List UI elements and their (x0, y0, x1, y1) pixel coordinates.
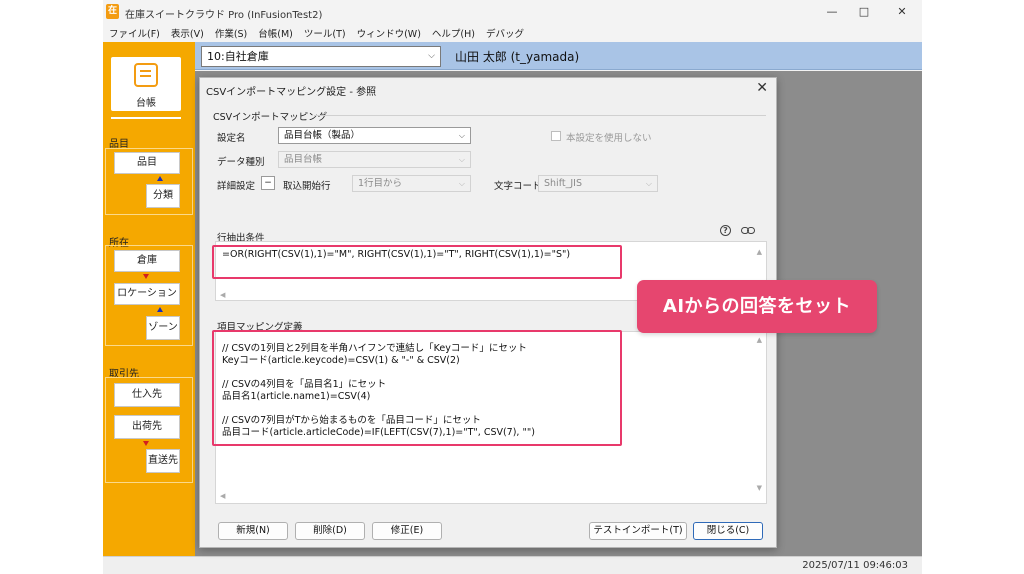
scroll-up-arrow[interactable]: ▲ (757, 248, 762, 256)
down-arrow-icon (143, 441, 149, 446)
start-row-select[interactable]: 1行目から ⌵ (352, 175, 471, 192)
collapse-detail-button[interactable]: − (261, 176, 275, 190)
chevron-down-icon: ⌵ (428, 51, 435, 61)
data-type-select[interactable]: 品目台帳 ⌵ (278, 151, 471, 168)
unused-checkbox-label: 本設定を使用しない (566, 133, 652, 144)
warehouse-value: 10:自社倉庫 (207, 50, 269, 63)
down-arrow-icon (143, 274, 149, 279)
setting-name-value: 品目台帳（製品） (284, 130, 361, 141)
section-divider (314, 115, 766, 116)
context-toolbar: 10:自社倉庫 ⌵ 山田 太郎 (t_yamada) (195, 42, 922, 70)
chevron-down-icon: ⌵ (458, 155, 465, 164)
menu-work[interactable]: 作業(S) (215, 26, 247, 40)
window-title: 在庫スイートクラウド Pro (InFusionTest2) (125, 10, 323, 21)
menu-view[interactable]: 表示(V) (171, 26, 204, 40)
help-icon[interactable]: ? (720, 225, 731, 236)
scroll-down-arrow[interactable]: ▼ (757, 484, 762, 492)
scroll-left-arrow[interactable]: ◀ (220, 492, 225, 500)
menu-tools[interactable]: ツール(T) (304, 26, 346, 40)
up-arrow-icon (157, 307, 163, 312)
close-dialog-button[interactable]: 閉じる(C) (693, 522, 763, 540)
link-icon[interactable] (741, 227, 755, 235)
app-icon: 在 (106, 4, 119, 19)
sidebar-item-warehouse[interactable]: 倉庫 (114, 250, 180, 272)
menu-debug[interactable]: デバッグ (486, 26, 524, 40)
sidebar-item-ship-to[interactable]: 出荷先 (114, 415, 180, 439)
start-row-value: 1行目から (358, 178, 403, 189)
ai-answer-callout: AIからの回答をセット (637, 280, 877, 333)
mapping-highlight (212, 330, 622, 446)
sidebar: 台帳 品目 品目 分類 所在 倉庫 ロケーション ゾーン 取引先 仕入先 出荷先… (103, 42, 195, 556)
data-type-value: 品目台帳 (284, 154, 323, 165)
sidebar-item-category[interactable]: 分類 (146, 184, 180, 208)
ledger-underline (111, 117, 181, 119)
ledger-button[interactable]: 台帳 (111, 57, 181, 111)
close-window-button[interactable]: ✕ (887, 2, 917, 22)
ledger-icon (134, 63, 158, 87)
menu-window[interactable]: ウィンドウ(W) (357, 26, 421, 40)
label-detail-settings: 詳細設定 (217, 181, 256, 192)
scroll-left-arrow[interactable]: ◀ (220, 291, 225, 299)
ledger-label: 台帳 (136, 98, 156, 109)
row-filter-highlight (212, 245, 622, 279)
menu-bar: ファイル(F) 表示(V) 作業(S) 台帳(M) ツール(T) ウィンドウ(W… (103, 24, 922, 42)
up-arrow-icon (157, 176, 163, 181)
chevron-down-icon: ⌵ (458, 131, 465, 140)
label-encoding: 文字コード (494, 181, 542, 192)
dialog-close-icon[interactable]: ✕ (756, 80, 768, 96)
label-setting-name: 設定名 (217, 133, 246, 144)
label-start-row: 取込開始行 (283, 181, 331, 192)
new-button[interactable]: 新規(N) (218, 522, 288, 540)
scroll-up-arrow[interactable]: ▲ (757, 336, 762, 344)
encoding-value: Shift_JIS (544, 178, 582, 189)
chevron-down-icon: ⌵ (458, 179, 465, 188)
maximize-button[interactable]: □ (849, 2, 879, 22)
test-import-button[interactable]: テストインポート(T) (589, 522, 687, 540)
sidebar-item-supplier[interactable]: 仕入先 (114, 383, 180, 407)
sidebar-item-zone[interactable]: ゾーン (146, 316, 180, 340)
dialog-title: CSVインポートマッピング設定 - 参照 (206, 87, 377, 98)
current-user: 山田 太郎 (t_yamada) (455, 50, 580, 64)
sidebar-item-direct-ship[interactable]: 直送先 (146, 449, 180, 473)
edit-button[interactable]: 修正(E) (372, 522, 442, 540)
section-csv-mapping: CSVインポートマッピング (213, 112, 328, 123)
unused-checkbox[interactable] (551, 131, 561, 141)
menu-ledger[interactable]: 台帳(M) (258, 26, 293, 40)
status-bar: 2025/07/11 09:46:03 (103, 556, 922, 574)
menu-help[interactable]: ヘルプ(H) (432, 26, 475, 40)
setting-name-select[interactable]: 品目台帳（製品） ⌵ (278, 127, 471, 144)
delete-button[interactable]: 削除(D) (295, 522, 365, 540)
encoding-select[interactable]: Shift_JIS ⌵ (538, 175, 658, 192)
warehouse-select[interactable]: 10:自社倉庫 ⌵ (201, 46, 441, 67)
minimize-button[interactable]: — (817, 2, 847, 22)
chevron-down-icon: ⌵ (645, 179, 652, 188)
sidebar-item-location[interactable]: ロケーション (114, 283, 180, 305)
title-bar: 在 在庫スイートクラウド Pro (InFusionTest2) — □ ✕ (103, 0, 922, 24)
label-data-type: データ種別 (217, 157, 265, 168)
sidebar-item-article[interactable]: 品目 (114, 152, 180, 174)
menu-file[interactable]: ファイル(F) (109, 26, 160, 40)
status-datetime: 2025/07/11 09:46:03 (802, 560, 908, 571)
